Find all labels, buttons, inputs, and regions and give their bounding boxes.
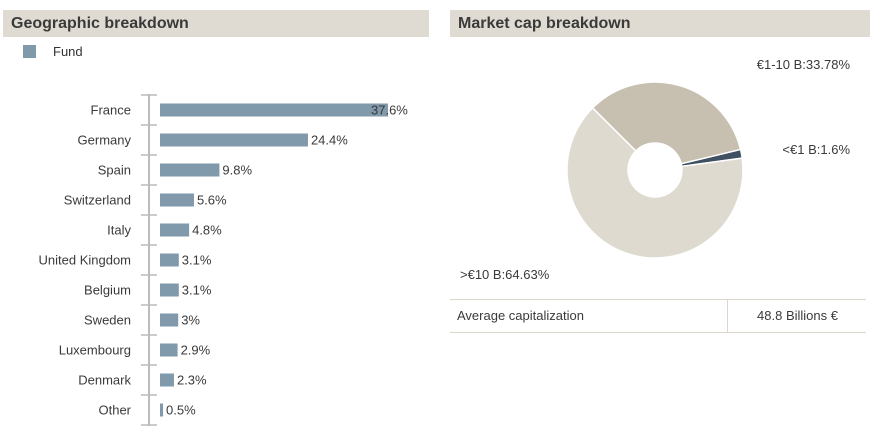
value-label: 24.4% — [311, 133, 348, 148]
average-capitalization-table: Average capitalization 48.8 Billions € — [450, 299, 866, 333]
value-label: 9.8% — [222, 163, 252, 178]
category-label: Spain — [98, 163, 131, 178]
charts-canvas: France 37.6% Germany 24.4% Spain 9.8% Switzerl… — [39, 57, 850, 426]
pie-slice-label: >€10 B:64.63% — [460, 267, 550, 282]
bar — [160, 283, 179, 297]
bar — [160, 373, 174, 387]
value-label: 4.8% — [192, 223, 222, 238]
bar — [160, 253, 179, 267]
bar — [160, 103, 388, 117]
market-cap-donut-chart: >€10 B:64.63% €1-10 B:33.78% <€1 B:1.6% — [460, 57, 850, 282]
category-label: Other — [98, 403, 131, 418]
bar — [160, 403, 164, 417]
average-capitalization-label: Average capitalization — [450, 300, 728, 332]
average-capitalization-value: 48.8 Billions € — [757, 308, 838, 323]
category-label: France — [91, 103, 131, 118]
bar — [160, 313, 179, 327]
category-label: United Kingdom — [39, 253, 132, 268]
category-label: Belgium — [84, 283, 131, 298]
bar — [160, 133, 308, 147]
value-label: 0.5% — [166, 403, 196, 418]
value-label: 5.6% — [197, 193, 227, 208]
category-label: Denmark — [78, 373, 131, 388]
pie-slice-label: <€1 B:1.6% — [782, 142, 850, 157]
value-label: 3% — [181, 313, 200, 328]
value-label: 3.1% — [182, 283, 212, 298]
bar — [160, 343, 178, 357]
value-label: 2.3% — [177, 373, 207, 388]
category-label: Italy — [107, 223, 131, 238]
category-label: Switzerland — [64, 193, 131, 208]
pie-slice-label: €1-10 B:33.78% — [757, 57, 851, 72]
bar — [160, 223, 190, 237]
category-label: Luxembourg — [59, 343, 131, 358]
value-label: 3.1% — [182, 253, 212, 268]
bar — [160, 163, 220, 177]
category-label: Sweden — [84, 313, 131, 328]
value-label: 2.9% — [181, 343, 211, 358]
bar — [160, 193, 194, 207]
category-label: Germany — [78, 133, 132, 148]
value-label: 37.6% — [371, 103, 408, 118]
geographic-bar-chart: France 37.6% Germany 24.4% Spain 9.8% Switzerl… — [39, 94, 408, 426]
